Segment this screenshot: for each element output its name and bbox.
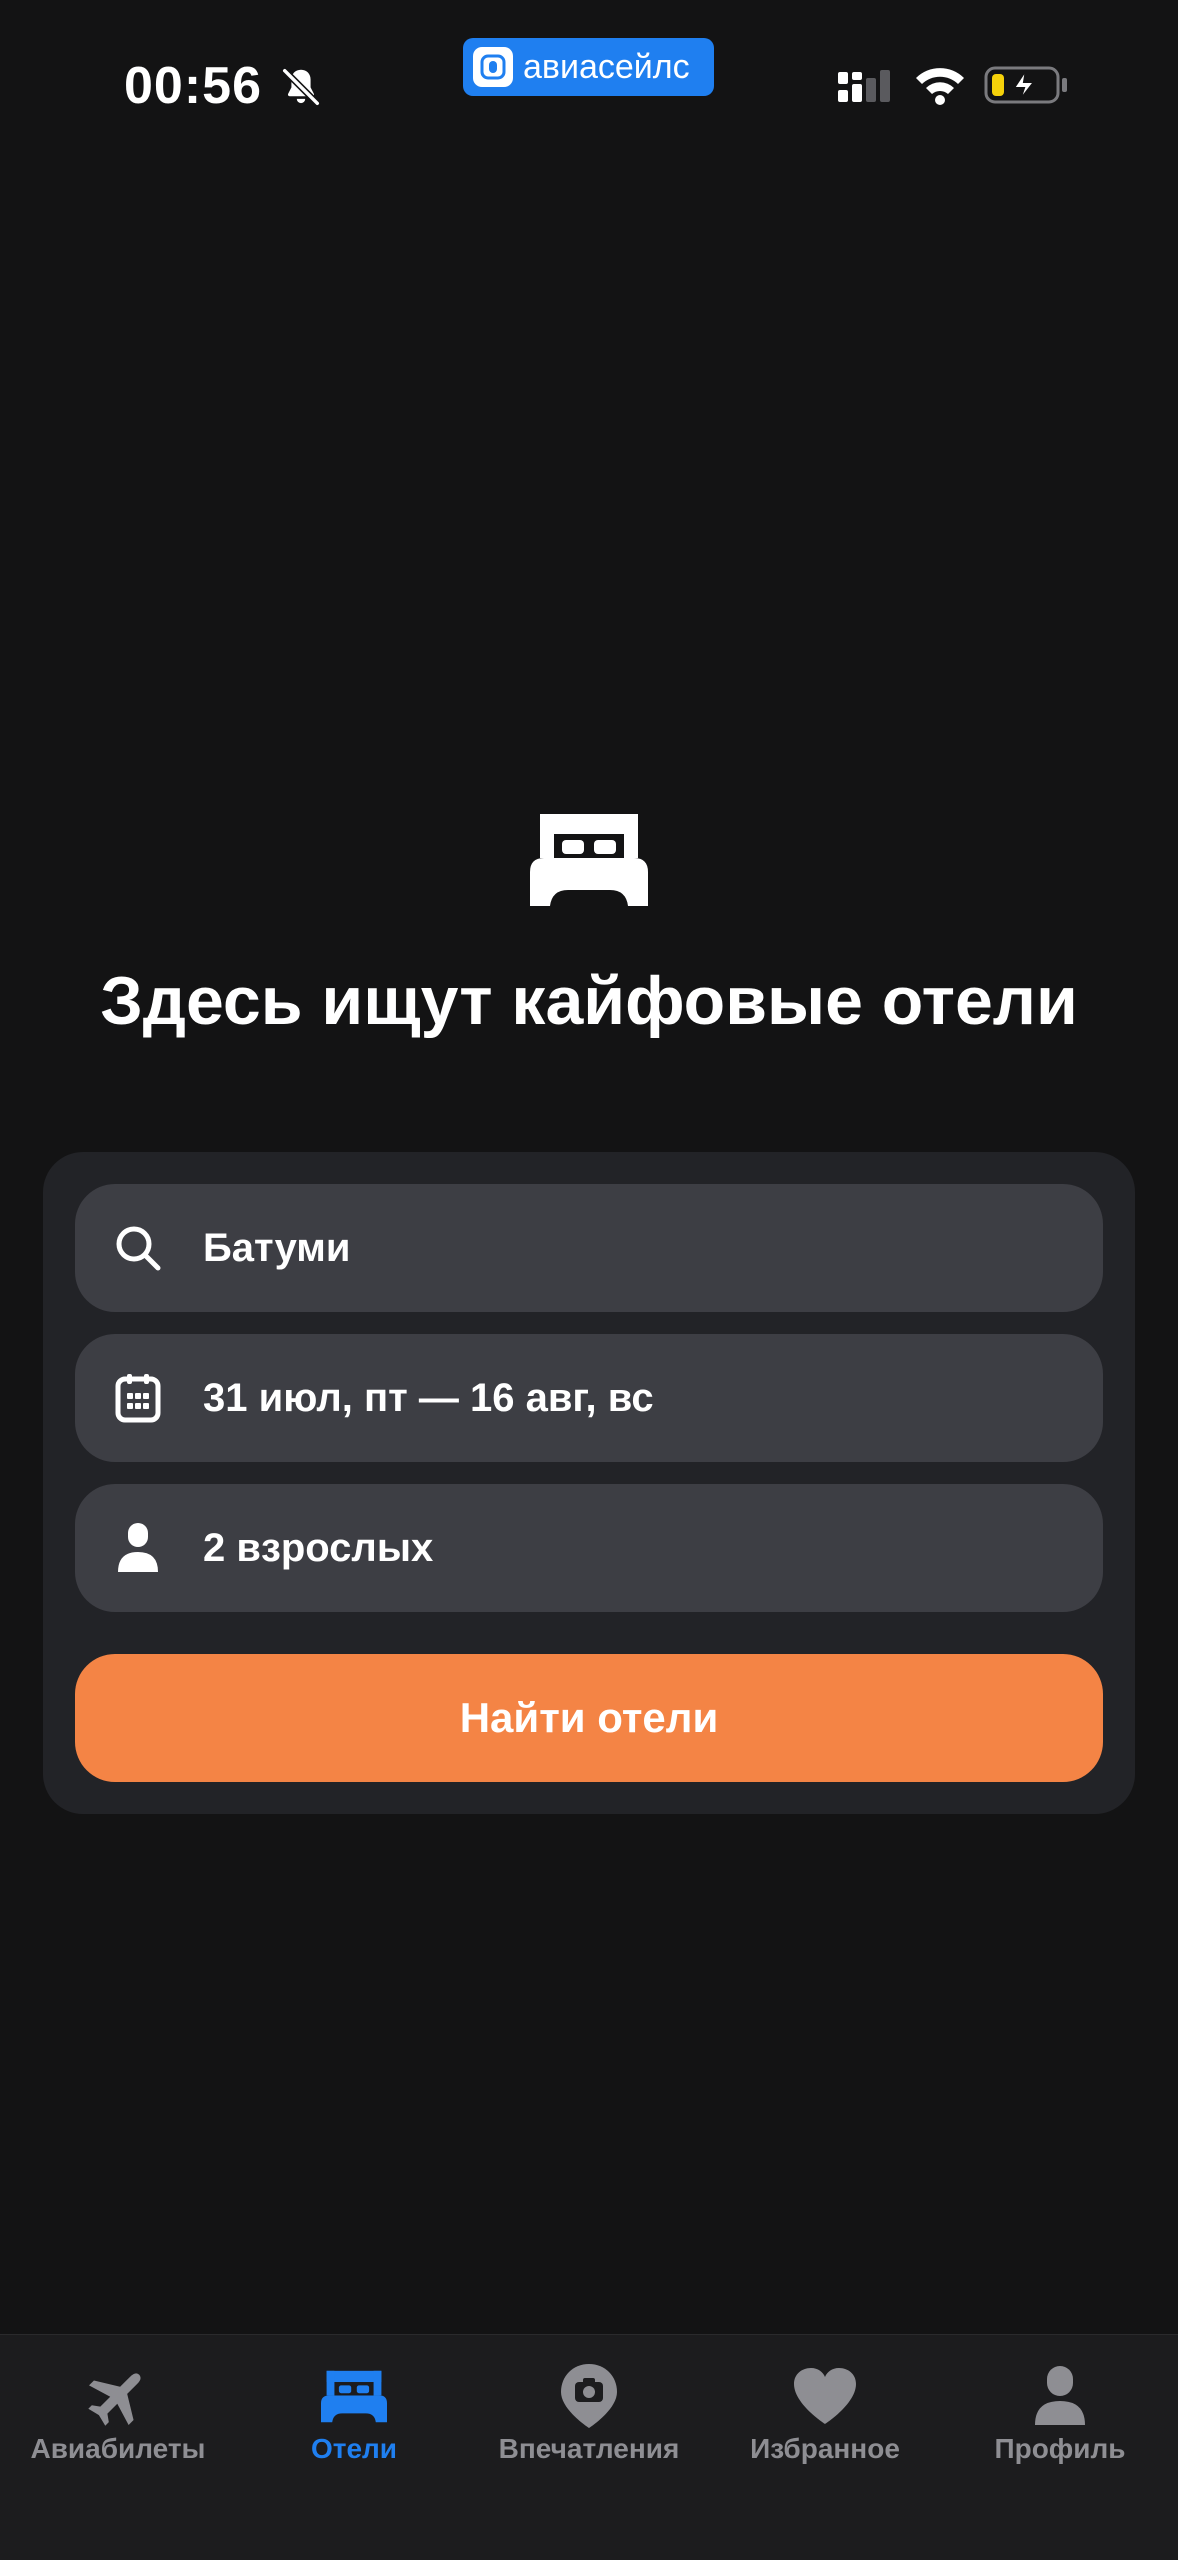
find-hotels-button[interactable]: Найти отели	[75, 1654, 1103, 1782]
airplane-icon	[83, 2361, 153, 2431]
battery-charging-icon	[984, 66, 1067, 104]
hotel-search-form: Батуми 31 июл, пт — 16 авг, вс 2 взрослы…	[43, 1152, 1135, 1814]
wifi-icon	[916, 68, 964, 105]
status-time: 00:56	[124, 57, 262, 115]
bed-icon	[319, 2361, 389, 2431]
dates-value: 31 июл, пт — 16 авг, вс	[203, 1376, 654, 1420]
destination-value: Батуми	[203, 1226, 351, 1270]
bell-off-icon	[281, 67, 321, 107]
tab-hotels[interactable]: Отели	[236, 2335, 472, 2515]
hotels-screen: 00:56 авиасейлс Здесь ищут кайфовые отел…	[0, 0, 1178, 2560]
tab-experiences[interactable]: Впечатления	[471, 2335, 707, 2515]
destination-field[interactable]: Батуми	[75, 1184, 1103, 1312]
dates-field[interactable]: 31 июл, пт — 16 авг, вс	[75, 1334, 1103, 1462]
guests-value: 2 взрослых	[203, 1526, 434, 1570]
bottom-tab-bar: Авиабилеты Отели Впечатления Избранное П…	[0, 2334, 1178, 2560]
bed-icon	[530, 814, 648, 906]
person-icon	[1025, 2361, 1095, 2431]
app-badge[interactable]: авиасейлс	[463, 38, 714, 96]
person-icon	[111, 1521, 165, 1575]
tab-label: Профиль	[994, 2433, 1126, 2464]
guests-field[interactable]: 2 взрослых	[75, 1484, 1103, 1612]
search-icon	[111, 1221, 165, 1275]
aviasales-logo-icon	[473, 47, 513, 87]
calendar-icon	[111, 1371, 165, 1425]
heart-icon	[790, 2361, 860, 2431]
tab-flights[interactable]: Авиабилеты	[0, 2335, 236, 2515]
app-badge-label: авиасейлс	[523, 48, 690, 86]
signal-icon	[838, 70, 890, 102]
tab-label: Впечатления	[498, 2433, 680, 2464]
location-pin-icon	[554, 2361, 624, 2431]
tab-profile[interactable]: Профиль	[942, 2335, 1178, 2515]
page-title: Здесь ищут кайфовые отели	[100, 963, 1078, 1039]
tab-favorites[interactable]: Избранное	[707, 2335, 943, 2515]
